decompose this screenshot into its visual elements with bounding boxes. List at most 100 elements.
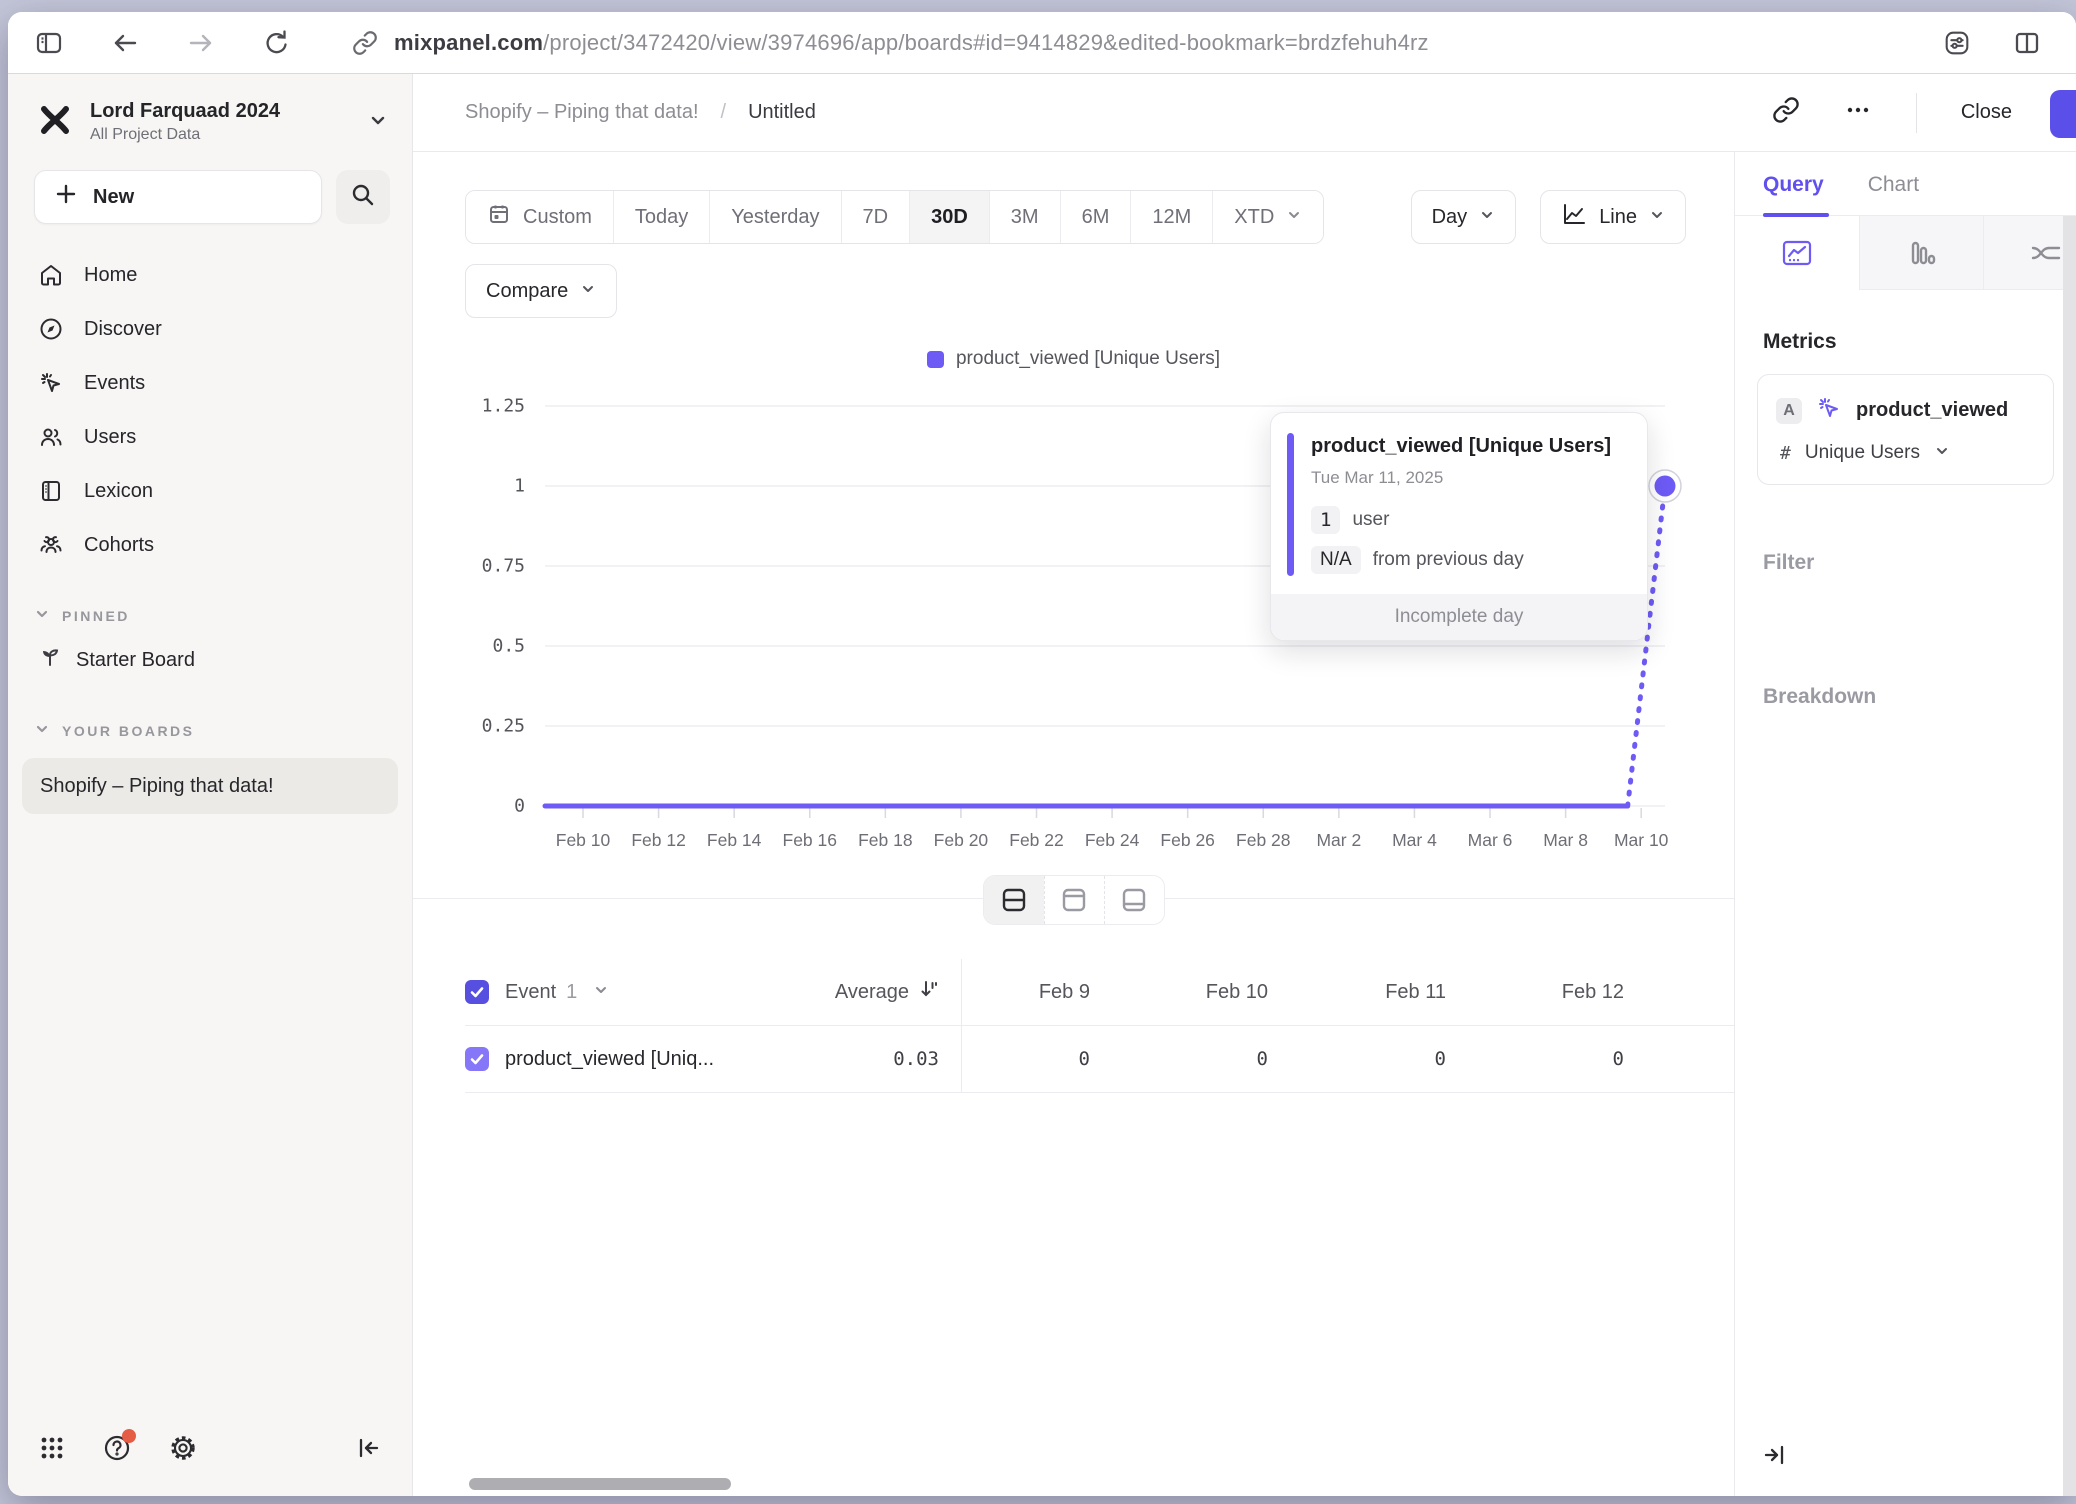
range-7d[interactable]: 7D [841, 191, 910, 243]
layout-split-toggle[interactable] [984, 876, 1044, 924]
x-tick-label: Feb 28 [1236, 830, 1290, 851]
events-icon [38, 370, 64, 396]
filter-heading: Filter [1763, 551, 2076, 575]
pinned-section-header[interactable]: PINNED [8, 572, 412, 633]
chevron-down-icon[interactable] [593, 981, 609, 1004]
forward-icon[interactable] [186, 28, 216, 58]
tab-chart[interactable]: Chart [1868, 173, 1919, 215]
x-tick-label: Feb 10 [556, 830, 610, 851]
board-header: Shopify – Piping that data! / Untitled [413, 74, 2076, 152]
metric-card[interactable]: A product_viewed # [1757, 374, 2054, 485]
table-header-row: Event 1 Average [465, 959, 1734, 1025]
sidebar-item-events[interactable]: Events [8, 356, 412, 410]
range-today[interactable]: Today [613, 191, 709, 243]
browser-customize-icon[interactable] [1942, 28, 1972, 58]
chart-type-dropdown[interactable]: Line [1540, 190, 1686, 244]
range-3m[interactable]: 3M [989, 191, 1060, 243]
screen: mixpanel.com/project/3472420/view/397469… [0, 0, 2076, 1504]
x-axis: Feb 10Feb 12Feb 14Feb 16Feb 18Feb 20Feb … [545, 822, 1665, 858]
browser-sidebar-toggle-icon[interactable] [34, 28, 64, 58]
range-yesterday[interactable]: Yesterday [709, 191, 840, 243]
sidebar-item-label: Home [84, 264, 137, 287]
tooltip-footer: Incomplete day [1271, 594, 1647, 640]
data-point[interactable] [1655, 476, 1676, 497]
horizontal-scrollbar[interactable] [469, 1478, 731, 1490]
search-button[interactable] [336, 170, 390, 224]
range-30d-active[interactable]: 30D [909, 191, 989, 243]
breadcrumb-page[interactable]: Untitled [748, 101, 816, 124]
insights-report-tab[interactable] [1735, 216, 1859, 290]
range-xtd[interactable]: XTD [1212, 191, 1323, 243]
range-6m[interactable]: 6M [1060, 191, 1131, 243]
breadcrumb-board[interactable]: Shopify – Piping that data! [465, 101, 699, 124]
sidebar-item-home[interactable]: Home [8, 248, 412, 302]
breakdown-heading: Breakdown [1763, 685, 2076, 709]
select-all-checkbox[interactable] [465, 980, 489, 1004]
aggregation-selector[interactable]: # Unique Users [1776, 442, 2035, 464]
layout-table-toggle[interactable] [1104, 876, 1164, 924]
range-custom[interactable]: Custom [466, 191, 613, 243]
x-tick-label: Feb 22 [1009, 830, 1063, 851]
project-scope: All Project Data [90, 126, 352, 144]
range-12m[interactable]: 12M [1130, 191, 1212, 243]
sidebar-item-starter-board[interactable]: Starter Board [8, 633, 412, 687]
x-tick-label: Feb 14 [707, 830, 761, 851]
pinned-label: PINNED [62, 608, 130, 624]
y-tick-label: 0.25 [482, 716, 525, 737]
sidebar-item-cohorts[interactable]: Cohorts [8, 518, 412, 572]
back-icon[interactable] [110, 28, 140, 58]
compare-dropdown[interactable]: Compare [465, 264, 617, 318]
more-options-icon[interactable] [1844, 96, 1872, 129]
y-tick-label: 1 [514, 476, 525, 497]
results-table: Event 1 Average [465, 959, 1734, 1093]
metric-event-name: product_viewed [1856, 399, 2008, 422]
chevron-down-icon [1286, 206, 1302, 229]
x-tick-label: Mar 4 [1392, 830, 1437, 851]
divider [1916, 93, 1917, 133]
sidebar-item-discover[interactable]: Discover [8, 302, 412, 356]
average-header[interactable]: Average [835, 981, 909, 1004]
chevron-down-icon [1934, 443, 1950, 464]
event-count: 1 [566, 981, 577, 1004]
sidebar-item-label: Discover [84, 318, 162, 341]
table-row[interactable]: product_viewed [Uniq... 0.03 0 0 0 0 [465, 1025, 1734, 1093]
new-button[interactable]: New [34, 170, 322, 224]
sidebar-item-users[interactable]: Users [8, 410, 412, 464]
vertical-scrollbar[interactable] [2063, 216, 2076, 1496]
chevron-down-icon [368, 110, 388, 135]
cohorts-icon [38, 532, 64, 558]
home-icon [38, 262, 64, 288]
address-bar[interactable]: mixpanel.com/project/3472420/view/397469… [350, 28, 1942, 58]
project-switcher[interactable]: Lord Farquaad 2024 All Project Data [8, 74, 412, 154]
lexicon-icon [38, 478, 64, 504]
x-tick-label: Feb 12 [631, 830, 685, 851]
save-button-partial[interactable] [2050, 90, 2076, 138]
metric-letter-badge: A [1776, 398, 1802, 424]
x-tick-label: Mar 2 [1316, 830, 1361, 851]
collapse-sidebar-icon[interactable] [354, 1434, 382, 1467]
sort-icon[interactable] [919, 979, 939, 1005]
breadcrumb: Shopify – Piping that data! / Untitled [465, 101, 816, 124]
board-label: Shopify – Piping that data! [40, 775, 274, 798]
your-boards-section-header[interactable]: YOUR BOARDS [8, 687, 412, 748]
settings-gear-icon[interactable] [168, 1433, 198, 1468]
y-tick-label: 0 [514, 796, 525, 817]
sidebar-item-lexicon[interactable]: Lexicon [8, 464, 412, 518]
layout-chart-toggle[interactable] [1044, 876, 1104, 924]
layout-toggle-group [983, 875, 1165, 925]
sidebar-item-board-shopify[interactable]: Shopify – Piping that data! [22, 758, 398, 814]
close-button[interactable]: Close [1961, 101, 2012, 124]
help-button[interactable] [102, 1433, 132, 1468]
apps-grid-icon[interactable] [38, 1434, 66, 1467]
column-header: Feb 9 [962, 959, 1140, 1025]
row-checkbox[interactable] [465, 1047, 489, 1071]
funnels-report-tab[interactable] [1859, 216, 1983, 290]
url-path: /project/3472420/view/3974696/app/boards… [543, 30, 1429, 55]
browser-split-view-icon[interactable] [2012, 28, 2042, 58]
granularity-dropdown[interactable]: Day [1411, 190, 1517, 244]
collapse-panel-icon[interactable] [1761, 1441, 1789, 1474]
tab-query[interactable]: Query [1763, 173, 1824, 215]
copy-link-icon[interactable] [1772, 96, 1800, 129]
reload-icon[interactable] [262, 28, 292, 58]
tooltip-delta: N/A [1311, 546, 1361, 574]
